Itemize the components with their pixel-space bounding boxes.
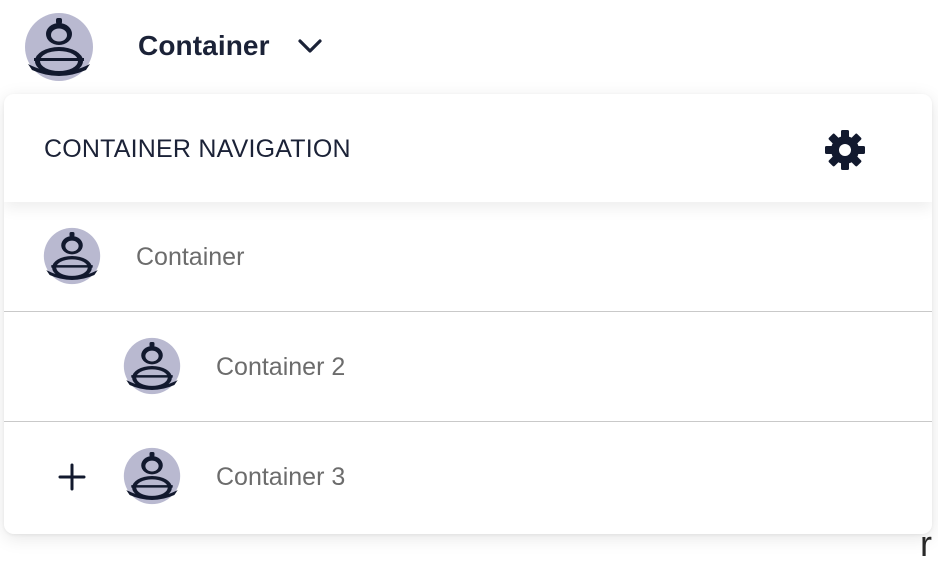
list-item-label: Container [136, 243, 245, 271]
plus-icon[interactable] [57, 462, 87, 492]
dropdown-title: CONTAINER NAVIGATION [44, 135, 351, 163]
container-navigation-dropdown: CONTAINER NAVIGATION Container Container… [4, 94, 932, 534]
container-avatar-icon [123, 447, 181, 505]
list-item-label: Container 3 [216, 463, 346, 491]
container-avatar-icon [123, 337, 181, 395]
list-item-container-2[interactable]: Container 2 [4, 312, 932, 422]
list-item-container-3[interactable]: Container 3 [4, 422, 932, 531]
list-item-label: Container 2 [216, 353, 346, 381]
top-bar: Container [0, 0, 938, 92]
list-item-container[interactable]: Container [4, 202, 932, 312]
page-title[interactable]: Container [138, 29, 270, 63]
container-avatar-icon[interactable] [24, 12, 94, 82]
gear-icon[interactable] [824, 129, 866, 171]
dropdown-header: CONTAINER NAVIGATION [4, 94, 932, 202]
chevron-down-icon[interactable] [297, 35, 323, 57]
container-avatar-icon [43, 227, 101, 285]
